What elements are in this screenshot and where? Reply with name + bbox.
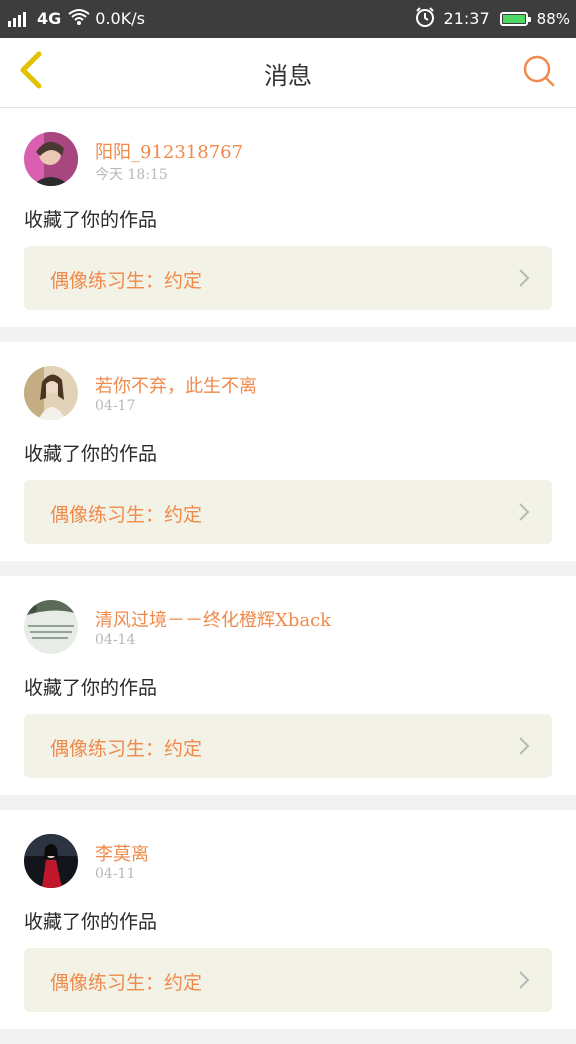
- signal-icon: [8, 11, 28, 27]
- work-link[interactable]: 偶像练习生：约定: [24, 480, 552, 544]
- action-text: 收藏了你的作品: [24, 911, 158, 933]
- timestamp: 04-14: [95, 632, 136, 648]
- username[interactable]: 清风过境－－终化橙辉Xback: [95, 606, 331, 632]
- chevron-right-icon: [518, 268, 530, 292]
- action-text: 收藏了你的作品: [24, 677, 158, 699]
- work-title: 偶像练习生：约定: [50, 972, 203, 994]
- battery-percent: 88%: [536, 10, 570, 28]
- search-button[interactable]: [520, 54, 558, 92]
- battery-icon: [499, 12, 531, 26]
- avatar[interactable]: [24, 600, 78, 654]
- work-link[interactable]: 偶像练习生：约定: [24, 948, 552, 1012]
- avatar[interactable]: [24, 834, 78, 888]
- message-item: 李莫离 04-11 收藏了你的作品 偶像练习生：约定: [0, 810, 576, 1029]
- work-title: 偶像练习生：约定: [50, 270, 203, 292]
- timestamp: 04-17: [95, 398, 136, 414]
- nav-bar: 消息: [0, 38, 576, 108]
- chevron-right-icon: [518, 970, 530, 994]
- username[interactable]: 李莫离: [95, 840, 149, 866]
- clock: 21:37: [443, 9, 490, 28]
- search-icon: [522, 54, 556, 92]
- work-title: 偶像练习生：约定: [50, 504, 203, 526]
- message-item: 若你不弃，此生不离 04-17 收藏了你的作品 偶像练习生：约定: [0, 342, 576, 561]
- chevron-right-icon: [518, 736, 530, 760]
- timestamp: 04-11: [95, 866, 136, 882]
- avatar[interactable]: [24, 366, 78, 420]
- work-link[interactable]: 偶像练习生：约定: [24, 714, 552, 778]
- username[interactable]: 阳阳_912318767: [95, 138, 243, 164]
- alarm-icon: [414, 6, 436, 32]
- page-title: 消息: [264, 62, 312, 90]
- work-link[interactable]: 偶像练习生：约定: [24, 246, 552, 310]
- network-speed: 0.0K/s: [95, 9, 145, 28]
- username[interactable]: 若你不弃，此生不离: [95, 372, 257, 398]
- message-list: 阳阳_912318767 今天 18:15 收藏了你的作品 偶像练习生：约定 若…: [0, 108, 576, 1044]
- action-text: 收藏了你的作品: [24, 443, 158, 465]
- action-text: 收藏了你的作品: [24, 209, 158, 231]
- message-item: 清风过境－－终化橙辉Xback 04-14 收藏了你的作品 偶像练习生：约定: [0, 576, 576, 795]
- network-type: 4G: [37, 9, 62, 28]
- message-item: 阳阳_912318767 今天 18:15 收藏了你的作品 偶像练习生：约定: [0, 108, 576, 327]
- chevron-right-icon: [518, 502, 530, 526]
- avatar[interactable]: [24, 132, 78, 186]
- wifi-icon: [67, 8, 91, 30]
- work-title: 偶像练习生：约定: [50, 738, 203, 760]
- status-bar: 4G 0.0K/s 21:37 88%: [0, 0, 576, 38]
- timestamp: 今天 18:15: [95, 167, 168, 183]
